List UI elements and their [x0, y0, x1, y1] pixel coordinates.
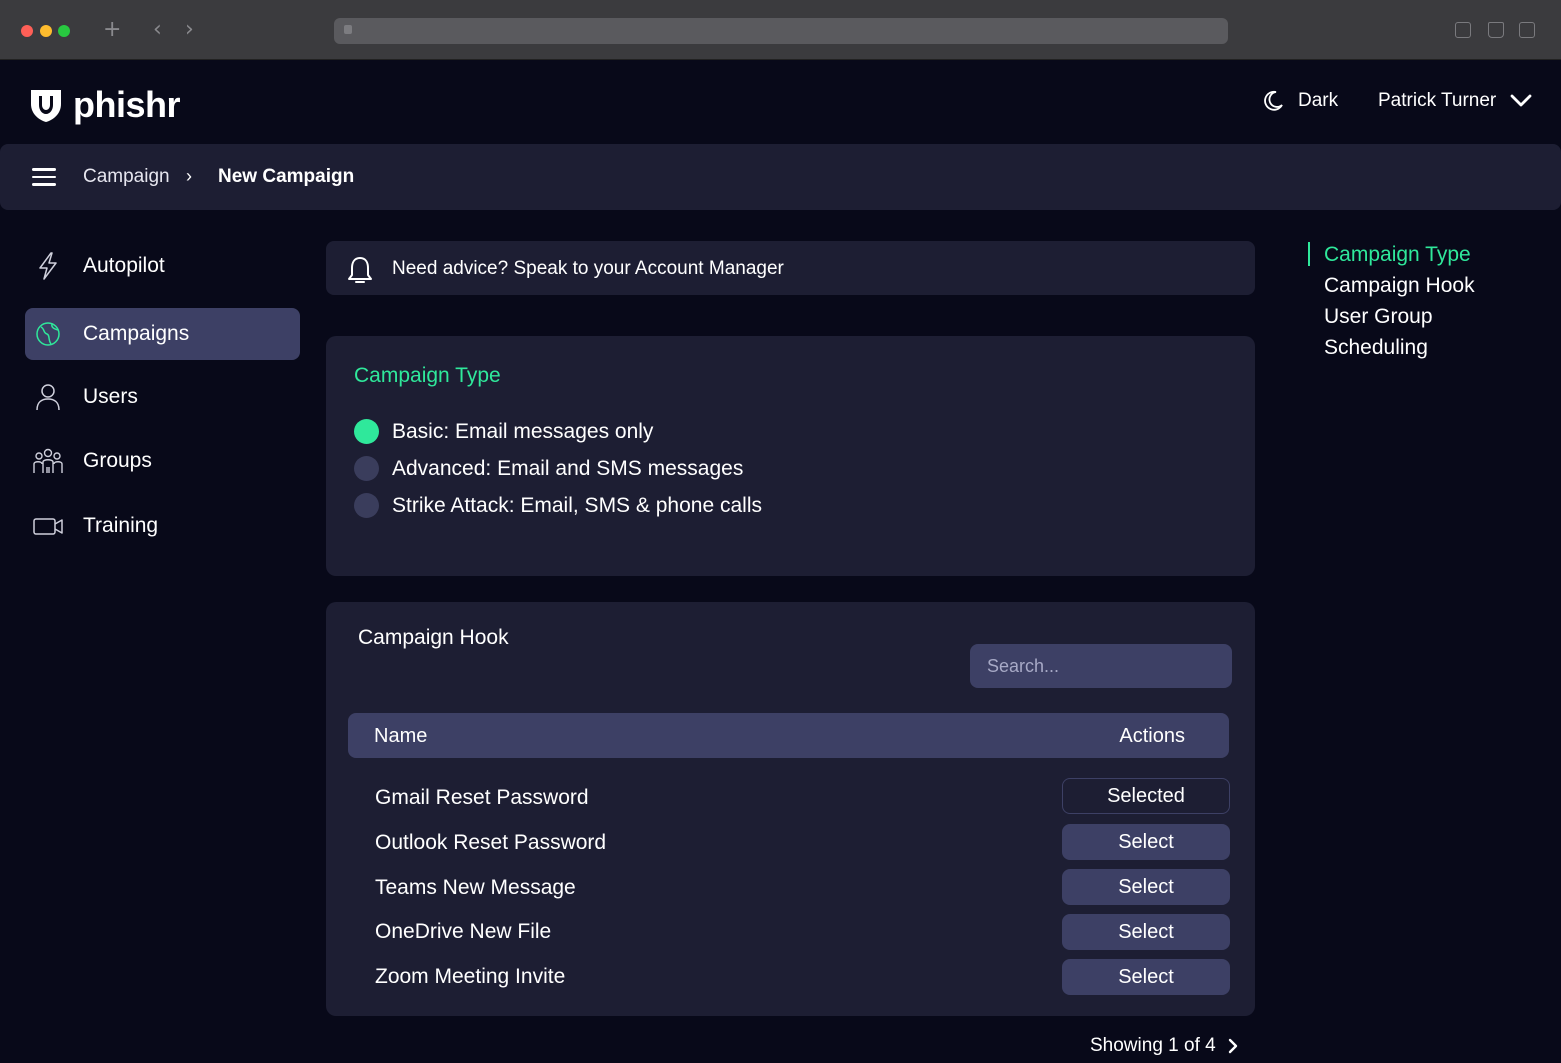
campaign-hook-card: Campaign Hook Name Actions Gmail Reset P… [326, 602, 1255, 1016]
table-row-name: Zoom Meeting Invite [375, 965, 566, 988]
sidebar-item-campaigns[interactable]: Campaigns [25, 308, 300, 360]
table-row-name: Outlook Reset Password [375, 831, 607, 854]
radio-option-basic[interactable]: Basic: Email messages only [354, 419, 653, 444]
hamburger-icon[interactable] [32, 168, 56, 186]
breadcrumb-separator: › [186, 166, 192, 186]
select-button[interactable]: Select [1062, 914, 1230, 950]
radio-option-strike-attack[interactable]: Strike Attack: Email, SMS & phone calls [354, 493, 762, 518]
select-button[interactable]: Select [1062, 869, 1230, 905]
address-bar[interactable] [334, 18, 1228, 44]
chevron-left-icon[interactable]: ‹ [153, 18, 162, 42]
sidebar-item-label: Autopilot [83, 254, 165, 277]
radio-label: Advanced: Email and SMS messages [392, 456, 744, 480]
active-indicator [1308, 242, 1310, 266]
sidebar-item-training[interactable]: Training [25, 500, 300, 552]
lightning-icon [39, 252, 57, 280]
sidebar-item-label: Users [83, 385, 138, 408]
select-button[interactable]: Select [1062, 824, 1230, 860]
toc-item-scheduling[interactable]: Scheduling [1324, 336, 1428, 360]
radio-option-advanced[interactable]: Advanced: Email and SMS messages [354, 456, 743, 481]
sidebar-item-groups[interactable]: Groups [25, 435, 300, 487]
campaign-type-card: Campaign Type Basic: Email messages only… [326, 336, 1255, 576]
user-name: Patrick Turner [1378, 90, 1497, 111]
table-row-name: OneDrive New File [375, 920, 552, 943]
radio-button[interactable] [354, 493, 379, 518]
video-camera-icon [33, 518, 63, 535]
select-button[interactable]: Select [1062, 959, 1230, 995]
tabs-icon[interactable] [1519, 22, 1535, 38]
radio-label: Basic: Email messages only [392, 419, 654, 443]
sidebar-item-label: Groups [83, 449, 152, 472]
breadcrumb: Campaign › New Campaign [0, 144, 1561, 210]
chevron-right-icon[interactable] [1228, 1038, 1238, 1054]
chevron-down-icon [1510, 94, 1532, 107]
maximize-window-button[interactable] [58, 25, 70, 37]
bell-icon [348, 257, 372, 283]
breadcrumb-current: New Campaign [218, 166, 355, 187]
brand-name: phishr [73, 84, 181, 125]
advice-banner[interactable]: Need advice? Speak to your Account Manag… [326, 241, 1255, 295]
radio-button[interactable] [354, 419, 379, 444]
section-title: Campaign Type [354, 364, 501, 387]
chevron-right-icon[interactable]: › [185, 18, 194, 42]
user-icon [36, 384, 60, 411]
toc-item-campaign-hook[interactable]: Campaign Hook [1324, 274, 1475, 298]
toc-item-campaign-type[interactable]: Campaign Type [1324, 243, 1471, 267]
toc-item-user-group[interactable]: User Group [1324, 305, 1433, 329]
table-header: Name Actions [348, 713, 1229, 758]
user-menu[interactable]: Patrick Turner [1378, 90, 1532, 112]
section-title: Campaign Hook [358, 626, 509, 649]
radio-button[interactable] [354, 456, 379, 481]
sidebar-item-autopilot[interactable]: Autopilot [25, 240, 300, 292]
column-header-actions: Actions [1119, 725, 1185, 747]
pagination[interactable]: Showing 1 of 4 [1090, 1035, 1238, 1057]
group-icon [33, 448, 63, 473]
shield-icon [31, 90, 61, 122]
close-window-button[interactable] [21, 25, 33, 37]
logo[interactable]: phishr [27, 84, 181, 126]
sidebar-item-label: Training [83, 514, 159, 537]
search-input[interactable] [970, 644, 1232, 688]
selected-button[interactable]: Selected [1062, 778, 1230, 814]
advice-text: Need advice? Speak to your Account Manag… [392, 258, 784, 279]
lock-icon [344, 25, 352, 34]
breadcrumb-parent[interactable]: Campaign [83, 166, 170, 188]
theme-label: Dark [1298, 90, 1339, 111]
sidebar-item-label: Campaigns [83, 322, 190, 345]
minimize-window-button[interactable] [40, 25, 52, 37]
pagination-label: Showing 1 of 4 [1090, 1035, 1216, 1056]
plus-icon[interactable]: + [103, 18, 121, 42]
moon-icon [1264, 90, 1283, 111]
table-row-name: Teams New Message [375, 876, 576, 899]
table-row-name: Gmail Reset Password [375, 786, 589, 809]
sidebar-icon[interactable] [1455, 22, 1471, 38]
share-icon[interactable] [1488, 22, 1504, 38]
globe-icon [36, 322, 60, 346]
theme-toggle[interactable]: Dark [1262, 90, 1338, 112]
sidebar-item-users[interactable]: Users [25, 371, 300, 423]
radio-label: Strike Attack: Email, SMS & phone calls [392, 493, 762, 517]
column-header-name[interactable]: Name [374, 725, 427, 748]
browser-toolbar: + ‹ › [0, 0, 1561, 60]
